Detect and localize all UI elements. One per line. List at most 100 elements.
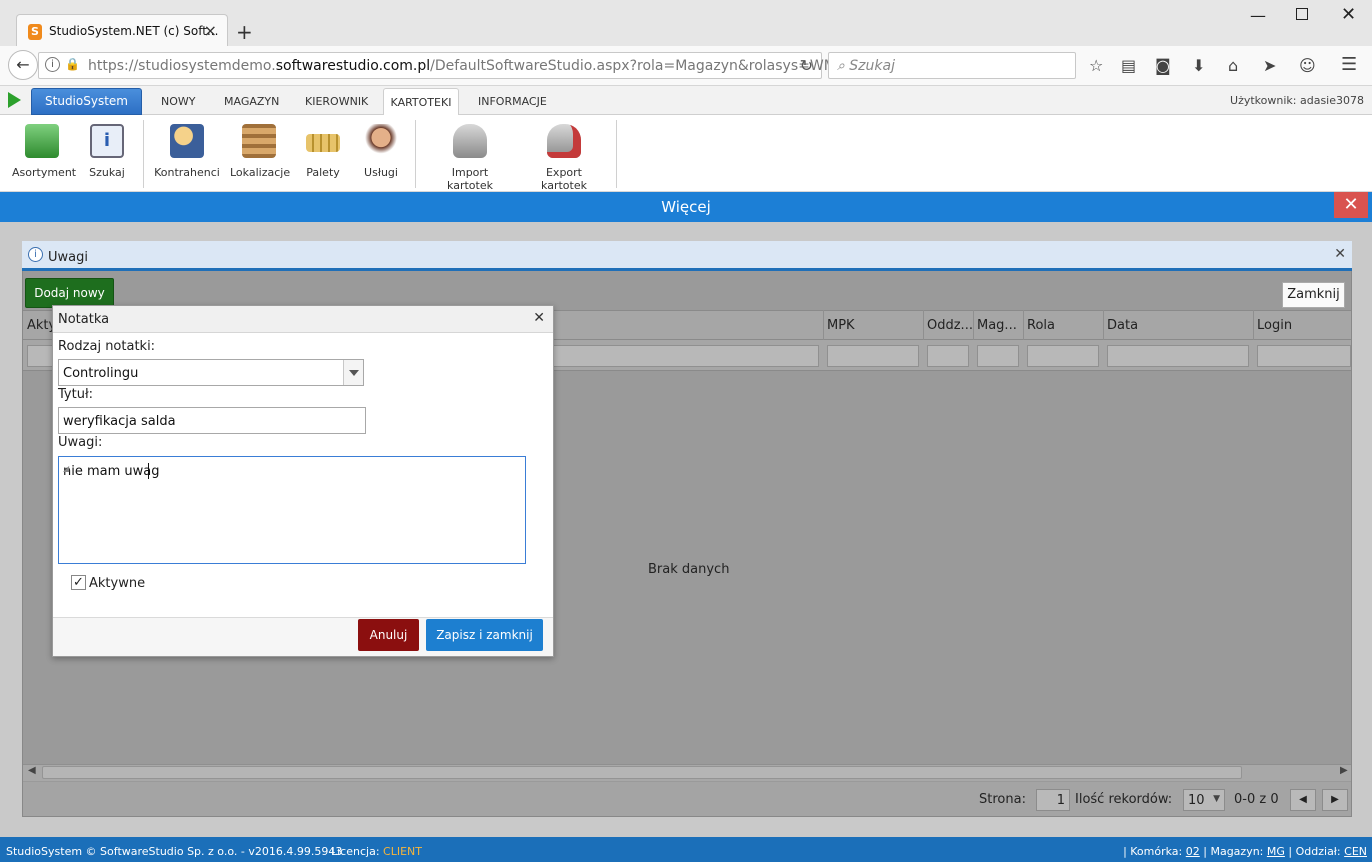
type-label: Rodzaj notatki: (58, 339, 156, 354)
pocket-icon[interactable]: ◙ (1155, 56, 1171, 75)
home-icon[interactable]: ⌂ (1228, 56, 1238, 75)
ribbon-uslugi[interactable]: Usługi (360, 124, 402, 179)
column-magazyn[interactable]: Mag... (977, 318, 1017, 333)
database-export-icon (547, 124, 581, 158)
column-rola[interactable]: Rola (1027, 318, 1055, 333)
smiley-icon[interactable]: ☺ (1299, 56, 1316, 75)
maximize-icon[interactable] (1296, 8, 1308, 20)
menu-kierownik[interactable]: KIEROWNIK (305, 95, 368, 108)
back-icon[interactable]: ← (8, 50, 38, 80)
hand-icon (364, 124, 398, 158)
column-mpk[interactable]: MPK (827, 318, 855, 333)
uwagi-title: Uwagi (48, 250, 88, 265)
user-label: Użytkownik: adasie3078 (1230, 94, 1364, 107)
ribbon-asortyment[interactable]: Asortyment (12, 124, 76, 179)
play-icon[interactable] (8, 92, 21, 108)
menu-kartoteki[interactable]: KARTOTEKI (383, 88, 459, 116)
add-new-button[interactable]: Dodaj nowy (25, 278, 114, 308)
browser-tab[interactable]: S StudioSystem.NET (c) Soft... × (16, 14, 228, 48)
filter-mpk-input[interactable] (827, 345, 919, 367)
save-and-close-button[interactable]: Zapisz i zamknij (426, 619, 543, 651)
tab-title: StudioSystem.NET (c) Soft... (49, 24, 219, 38)
records-select[interactable]: 10 ▼ (1183, 789, 1225, 811)
resize-handle-icon[interactable]: ◢ (63, 464, 523, 561)
dialog-header: Notatka ✕ (53, 306, 553, 333)
uwagi-close-icon[interactable]: ✕ (1334, 246, 1346, 262)
uwagi-header: i Uwagi ✕ (22, 241, 1352, 271)
menu-magazyn[interactable]: MAGAZYN (224, 95, 279, 108)
database-import-icon (453, 124, 487, 158)
scroll-left-icon[interactable]: ◀ (28, 765, 36, 776)
dialog-title: Notatka (58, 312, 110, 327)
location-info: | Komórka: 02 | Magazyn: MG | Oddział: C… (1123, 845, 1367, 858)
people-icon (170, 124, 204, 158)
reader-list-icon[interactable]: ▤ (1121, 56, 1136, 75)
pallet-icon (306, 134, 340, 152)
filter-magazyn-input[interactable] (977, 345, 1019, 367)
close-button[interactable]: Zamknij (1282, 282, 1345, 308)
page-input[interactable]: 1 (1036, 789, 1070, 811)
column-login[interactable]: Login (1257, 318, 1292, 333)
note-type-select[interactable]: Controlingu (58, 359, 364, 386)
box-icon (25, 124, 59, 158)
download-icon[interactable]: ⬇ (1192, 56, 1205, 75)
dialog-close-icon[interactable]: ✕ (533, 310, 545, 326)
notes-label: Uwagi: (58, 435, 103, 450)
filter-oddzial-input[interactable] (927, 345, 969, 367)
chevron-down-icon[interactable] (343, 360, 363, 385)
ribbon-separator (415, 120, 416, 188)
hamburger-menu-icon[interactable]: ☰ (1341, 54, 1357, 75)
ribbon-palety[interactable]: Palety (304, 124, 342, 179)
ribbon-separator (616, 120, 617, 188)
app-menu-bar (0, 86, 1372, 115)
menu-informacje[interactable]: INFORMACJE (478, 95, 547, 108)
column-oddzial[interactable]: Oddz... (927, 318, 973, 333)
url-text: https://studiosystemdemo.softwarestudio.… (88, 58, 845, 74)
url-bar[interactable]: i 🔒 https://studiosystemdemo.softwarestu… (38, 52, 845, 79)
ribbon-export-kartotek[interactable]: Export kartotek (522, 124, 606, 192)
active-checkbox[interactable]: ✓ (71, 575, 86, 590)
cell-link[interactable]: 02 (1186, 845, 1200, 858)
notes-textarea[interactable]: nie mam uwag ◢ (58, 456, 526, 564)
tab-close-icon[interactable]: × (204, 21, 217, 40)
ribbon-kontrahenci[interactable]: Kontrahenci (154, 124, 220, 179)
cancel-button[interactable]: Anuluj (358, 619, 419, 651)
lock-icon: 🔒 (65, 57, 80, 71)
new-tab-icon[interactable]: + (236, 20, 253, 44)
window-close-icon[interactable]: ✕ (1341, 4, 1356, 25)
bookmark-star-icon[interactable]: ☆ (1089, 56, 1103, 75)
filter-rola-input[interactable] (1027, 345, 1099, 367)
active-label[interactable]: Aktywne (89, 576, 145, 591)
ribbon-import-kartotek[interactable]: Import kartotek (428, 124, 512, 192)
records-label: Ilość rekordów: (1075, 792, 1173, 807)
studiosystem-button[interactable]: StudioSystem (31, 88, 142, 115)
reload-icon[interactable]: ↻ (800, 56, 813, 75)
info-icon[interactable]: i (45, 57, 60, 72)
scroll-right-icon[interactable]: ▶ (1340, 765, 1348, 776)
browser-search-input[interactable]: ⌕ Szukaj (828, 52, 1076, 79)
column-data[interactable]: Data (1107, 318, 1138, 333)
warehouse-link[interactable]: MG (1267, 845, 1285, 858)
next-page-icon[interactable]: ▶ (1322, 789, 1348, 811)
filter-login-input[interactable] (1257, 345, 1351, 367)
ribbon-lokalizacje[interactable]: Lokalizacje (230, 124, 290, 179)
note-title-input[interactable]: weryfikacja salda (58, 407, 366, 434)
minimize-icon[interactable]: — (1250, 6, 1266, 25)
menu-nowy[interactable]: NOWY (161, 95, 195, 108)
page-label: Strona: (979, 792, 1026, 807)
chevron-down-icon: ▼ (1213, 794, 1220, 804)
prev-page-icon[interactable]: ◀ (1290, 789, 1316, 811)
license-info: Licencja: CLIENT (331, 845, 422, 858)
more-bar-close-icon[interactable]: ✕ (1334, 192, 1368, 218)
send-icon[interactable]: ➤ (1263, 56, 1276, 75)
empty-data-text: Brak danych (648, 562, 730, 577)
scrollbar-thumb[interactable] (42, 766, 1242, 779)
copyright-text: StudioSystem © SoftwareStudio Sp. z o.o.… (6, 845, 343, 858)
filter-data-input[interactable] (1107, 345, 1249, 367)
info-board-icon: i (90, 124, 124, 158)
ribbon-szukaj[interactable]: i Szukaj (88, 124, 126, 179)
shelf-icon (242, 124, 276, 158)
ribbon-separator (143, 120, 144, 188)
branch-link[interactable]: CEN (1344, 845, 1367, 858)
range-text: 0-0 z 0 (1234, 792, 1279, 807)
